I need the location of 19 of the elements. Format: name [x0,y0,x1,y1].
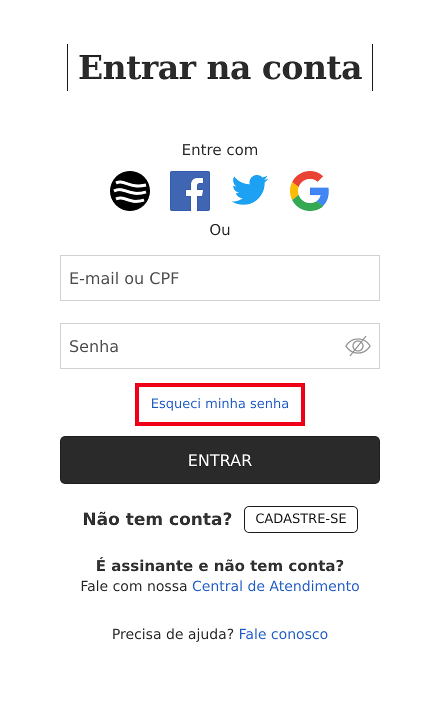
forgot-password-link[interactable]: Esqueci minha senha [134,383,306,426]
social-login-button[interactable] [110,171,150,211]
email-field[interactable]: E-mail ou CPF [60,255,380,301]
help-text: Precisa de ajuda? Fale conosco [112,627,328,643]
eye-off-icon[interactable] [345,335,371,357]
wave-logo-icon [110,171,150,211]
facebook-icon [170,171,210,211]
divider-label: Ou [209,221,231,239]
signup-button[interactable]: CADASTRE-SE [244,506,358,533]
page-title: Entrar na conta [66,44,374,91]
signup-question: Não tem conta? [82,510,232,530]
subscriber-question: É assinante e não tem conta? [96,557,344,575]
contact-text: Fale com nossa Central de Atendimento [80,579,360,595]
password-field[interactable]: Senha [60,323,380,369]
google-g-icon [290,171,330,211]
contact-link[interactable]: Fale conosco [238,627,328,643]
social-login-label: Entre com [182,141,258,159]
support-link[interactable]: Central de Atendimento [192,579,360,595]
login-button[interactable]: ENTRAR [60,436,380,484]
